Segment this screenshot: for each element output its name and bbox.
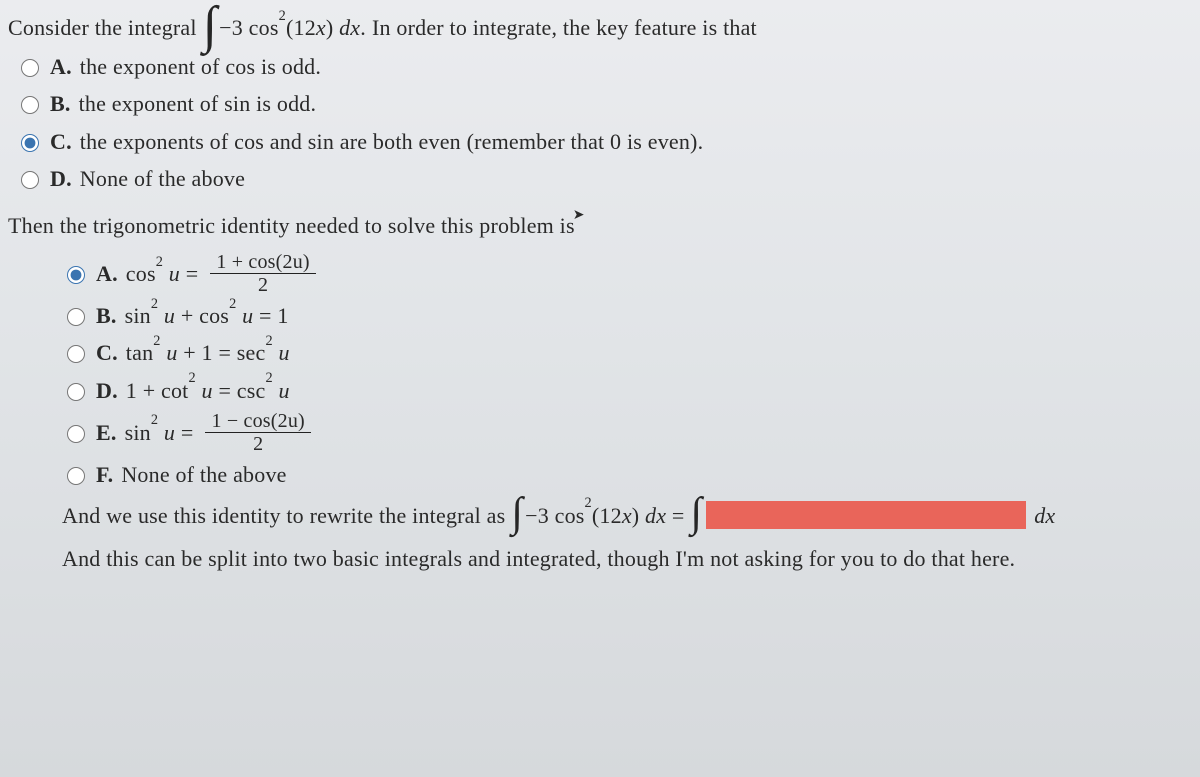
q2-label-d: D. xyxy=(96,373,118,408)
final-line: And this can be split into two basic int… xyxy=(62,541,1186,576)
intro-line: Consider the integral ∫ −3 cos2(12x) dx.… xyxy=(8,10,1186,45)
answer-blank-input[interactable] xyxy=(706,501,1026,529)
rewrite-line: And we use this identity to rewrite the … xyxy=(62,498,1186,533)
integrand: −3 cos2(12x) dx. xyxy=(219,10,366,45)
q1-text-c: the exponents of cos and sin are both ev… xyxy=(80,124,703,159)
q1-text-b: the exponent of sin is odd. xyxy=(79,86,317,121)
q2-text-d: 1 + cot2 u = csc2 u xyxy=(126,373,290,408)
q1-radio-a[interactable] xyxy=(21,59,39,77)
q2-choice-c[interactable]: C. tan2 u + 1 = sec2 u xyxy=(62,335,1186,370)
q2-num-e: 1 − cos(2u) xyxy=(205,410,310,433)
intro-suffix: In order to integrate, the key feature i… xyxy=(372,10,757,45)
rewrite-integral-rhs: ∫ dx xyxy=(691,498,1056,533)
q2-text-b: sin2 u + cos2 u = 1 xyxy=(125,298,289,333)
q2-den-a: 2 xyxy=(252,274,274,296)
integral-display: ∫ −3 cos2(12x) dx. xyxy=(203,10,366,45)
rewrite-prefix: And we use this identity to rewrite the … xyxy=(62,498,505,533)
q1-choice-b[interactable]: B. the exponent of sin is odd. xyxy=(16,86,1186,121)
q2-text-f: None of the above xyxy=(121,457,286,492)
q2-radio-d[interactable] xyxy=(67,383,85,401)
q1-label-d: D. xyxy=(50,161,72,196)
quiz-page: Consider the integral ∫ −3 cos2(12x) dx.… xyxy=(0,0,1200,777)
cursor-icon: ➤ xyxy=(573,205,585,227)
q1-choice-c[interactable]: C. the exponents of cos and sin are both… xyxy=(16,124,1186,159)
q2-intro-text: Then the trigonometric identity needed t… xyxy=(8,213,575,238)
intro-prefix: Consider the integral xyxy=(8,10,197,45)
q2-frac-a: 1 + cos(2u) 2 xyxy=(210,251,315,296)
q1-radio-d[interactable] xyxy=(21,171,39,189)
q2-radio-f[interactable] xyxy=(67,467,85,485)
q2-label-e: E. xyxy=(96,415,117,450)
q2-num-a: 1 + cos(2u) xyxy=(210,251,315,274)
q2-choice-f[interactable]: F. None of the above xyxy=(62,457,1186,492)
q2-radio-b[interactable] xyxy=(67,308,85,326)
q2-radio-a[interactable] xyxy=(67,266,85,284)
q2-lhs-a: cos2 u = xyxy=(126,256,199,291)
q1-text-a: the exponent of cos is odd. xyxy=(80,49,321,84)
rewrite-dx: dx xyxy=(1034,498,1055,533)
q2-choice-d[interactable]: D. 1 + cot2 u = csc2 u xyxy=(62,373,1186,408)
q2-choice-group: A. cos2 u = 1 + cos(2u) 2 B. sin2 u + co… xyxy=(8,251,1186,576)
q1-radio-b[interactable] xyxy=(21,96,39,114)
q2-label-a: A. xyxy=(96,256,118,291)
q2-frac-e: 1 − cos(2u) 2 xyxy=(205,410,310,455)
q1-choice-d[interactable]: D. None of the above xyxy=(16,161,1186,196)
q2-choice-e[interactable]: E. sin2 u = 1 − cos(2u) 2 xyxy=(62,410,1186,455)
q2-intro: Then the trigonometric identity needed t… xyxy=(8,208,1186,243)
q1-label-c: C. xyxy=(50,124,72,159)
q2-den-e: 2 xyxy=(247,433,269,455)
q2-text-c: tan2 u + 1 = sec2 u xyxy=(126,335,290,370)
q2-lhs-e: sin2 u = xyxy=(125,415,194,450)
rewrite-integrand: −3 cos2(12x) dx = xyxy=(525,498,684,533)
q1-choice-a[interactable]: A. the exponent of cos is odd. xyxy=(16,49,1186,84)
q2-label-c: C. xyxy=(96,335,118,370)
rewrite-integral-lhs: ∫ −3 cos2(12x) dx = xyxy=(511,498,684,533)
q2-label-b: B. xyxy=(96,298,117,333)
q2-choice-a[interactable]: A. cos2 u = 1 + cos(2u) 2 xyxy=(62,251,1186,296)
q1-text-d: None of the above xyxy=(80,161,245,196)
q2-choice-b[interactable]: B. sin2 u + cos2 u = 1 xyxy=(62,298,1186,333)
q1-label-a: A. xyxy=(50,49,72,84)
q2-radio-c[interactable] xyxy=(67,345,85,363)
q2-label-f: F. xyxy=(96,457,113,492)
q1-radio-c[interactable] xyxy=(21,134,39,152)
q1-label-b: B. xyxy=(50,86,71,121)
q2-radio-e[interactable] xyxy=(67,425,85,443)
